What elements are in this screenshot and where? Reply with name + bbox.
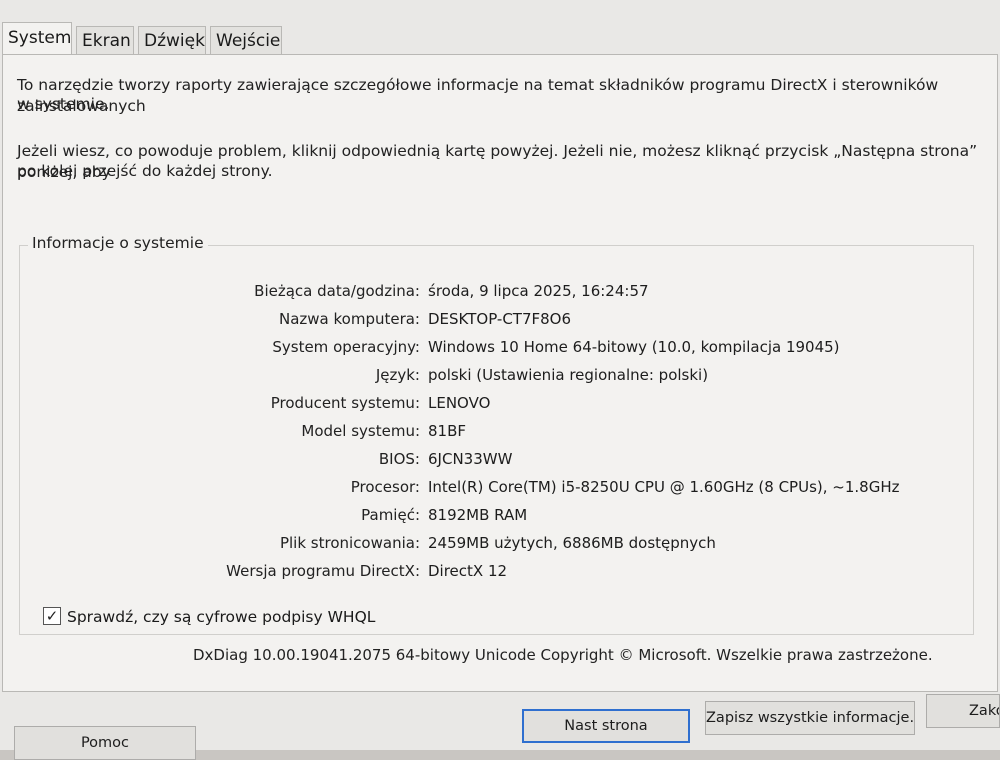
info-row-page-file: Plik stronicowania: 2459MB użytych, 6886… — [20, 530, 960, 556]
info-value: środa, 9 lipca 2025, 16:24:57 — [428, 282, 649, 300]
info-row-language: Język: polski (Ustawienia regionalne: po… — [20, 362, 960, 388]
intro-text-line4: po kolei przejść do każdej strony. — [17, 162, 273, 180]
info-value: 81BF — [428, 422, 467, 440]
info-row-manufacturer: Producent systemu: LENOVO — [20, 390, 960, 416]
info-row-model: Model systemu: 81BF — [20, 418, 960, 444]
info-label: Procesor: — [350, 478, 420, 496]
version-copyright-text: DxDiag 10.00.19041.2075 64-bitowy Unicod… — [193, 646, 933, 664]
info-label: Model systemu: — [301, 422, 420, 440]
info-label: Producent systemu: — [270, 394, 420, 412]
info-row-directx-version: Wersja programu DirectX: DirectX 12 — [20, 558, 960, 584]
info-value: Windows 10 Home 64-bitowy (10.0, kompila… — [428, 338, 840, 356]
info-row-os: System operacyjny: Windows 10 Home 64-bi… — [20, 334, 960, 360]
tab-system[interactable]: System — [2, 22, 72, 54]
tab-bar: System Ekran Dźwięk Wejście — [0, 22, 1000, 56]
intro-text-line1: To narzędzie tworzy raporty zawierające … — [17, 76, 939, 115]
tab-display[interactable]: Ekran — [76, 26, 134, 54]
info-label: Bieżąca data/godzina: — [254, 282, 420, 300]
info-label: Język: — [375, 366, 420, 384]
info-row-memory: Pamięć: 8192MB RAM — [20, 502, 960, 528]
help-button[interactable]: Pomoc — [14, 726, 196, 760]
save-all-info-button[interactable]: Zapisz wszystkie informacje... — [705, 701, 915, 735]
tab-sound[interactable]: Dźwięk — [138, 26, 206, 54]
system-info-title: Informacje o systemie — [28, 234, 208, 252]
close-button[interactable]: Zako — [926, 694, 1000, 728]
dxdiag-window: System Ekran Dźwięk Wejście To narzędzie… — [0, 0, 1000, 760]
tab-input[interactable]: Wejście — [210, 26, 282, 54]
info-row-computer-name: Nazwa komputera: DESKTOP-CT7F8O6 — [20, 306, 960, 332]
info-value: 6JCN33WW — [428, 450, 513, 468]
info-label: Wersja programu DirectX: — [226, 562, 420, 580]
info-value: polski (Ustawienia regionalne: polski) — [428, 366, 709, 384]
info-value: DirectX 12 — [428, 562, 508, 580]
info-label: Pamięć: — [361, 506, 420, 524]
info-label: Nazwa komputera: — [278, 310, 420, 328]
whql-checkbox[interactable]: ✓ — [43, 607, 61, 625]
info-value: LENOVO — [428, 394, 491, 412]
info-row-processor: Procesor: Intel(R) Core(TM) i5-8250U CPU… — [20, 474, 960, 500]
system-tab-panel: To narzędzie tworzy raporty zawierające … — [2, 54, 998, 692]
info-row-bios: BIOS: 6JCN33WW — [20, 446, 960, 472]
info-value: Intel(R) Core(TM) i5-8250U CPU @ 1.60GHz… — [428, 478, 900, 496]
intro-text-line2: w systemie. — [17, 95, 110, 113]
whql-checkbox-label: Sprawdź, czy są cyfrowe podpisy WHQL — [67, 608, 376, 626]
info-value: 2459MB użytych, 6886MB dostępnych — [428, 534, 716, 552]
info-label: Plik stronicowania: — [279, 534, 420, 552]
next-page-button[interactable]: Nast strona — [522, 709, 690, 743]
info-row-datetime: Bieżąca data/godzina: środa, 9 lipca 202… — [20, 278, 960, 304]
info-value: 8192MB RAM — [428, 506, 528, 524]
info-label: System operacyjny: — [272, 338, 420, 356]
info-label: BIOS: — [378, 450, 420, 468]
info-value: DESKTOP-CT7F8O6 — [428, 310, 572, 328]
system-info-group: Informacje o systemie Bieżąca data/godzi… — [19, 234, 974, 635]
